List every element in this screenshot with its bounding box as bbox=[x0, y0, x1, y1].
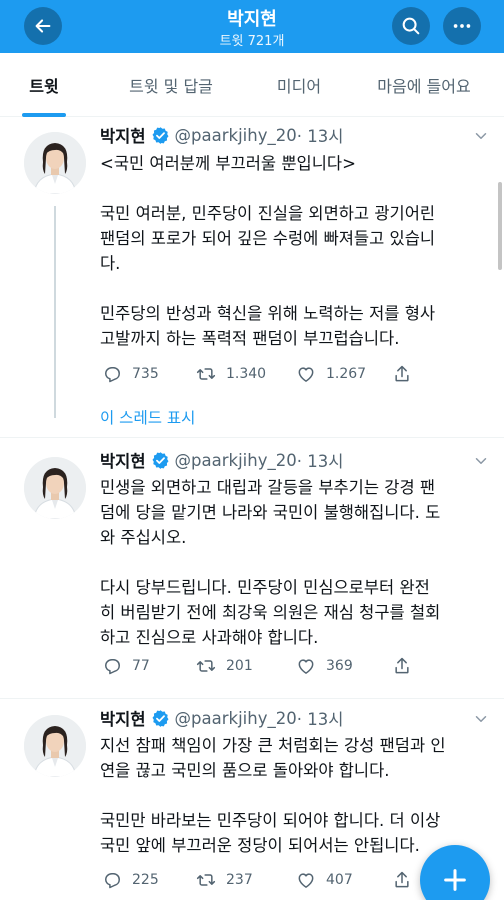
display-name[interactable]: 박지현 bbox=[100, 448, 146, 472]
tweet-actions: 77 201 369 bbox=[100, 656, 430, 682]
tweet-time[interactable]: · 13시 bbox=[297, 448, 344, 472]
share-button[interactable] bbox=[392, 656, 422, 676]
tab-tweets[interactable]: 트윗 bbox=[0, 53, 88, 117]
tweet-text-line: 다. bbox=[100, 254, 121, 273]
tweet-text-line: 고발까지 하는 폭력적 팬덤이 부끄럽습니다. bbox=[100, 329, 400, 348]
tweet-header: 박지현 @paarkjihy_20 · 13시 bbox=[100, 706, 343, 730]
tab-tweets-and-replies[interactable]: 트윗 및 답글 bbox=[88, 53, 254, 117]
reply-button[interactable]: 735 bbox=[102, 364, 159, 384]
reply-count: 225 bbox=[132, 872, 159, 888]
tab-label: 마음에 들어요 bbox=[377, 77, 471, 96]
tweet-time[interactable]: · 13시 bbox=[297, 123, 344, 147]
like-count: 1.267 bbox=[326, 366, 367, 382]
heart-icon bbox=[298, 873, 314, 888]
thread-line bbox=[54, 206, 56, 418]
like-button[interactable]: 407 bbox=[296, 870, 353, 890]
retweet-icon bbox=[196, 874, 216, 886]
retweet-button[interactable]: 237 bbox=[196, 870, 253, 890]
tweet-text-line: 와 주십시오. bbox=[100, 528, 187, 547]
tab-likes[interactable]: 마음에 들어요 bbox=[344, 53, 504, 117]
tweet-text: 지선 참패 책임이 가장 큰 처럼회는 강성 팬덤과 인연을 끊고 국민의 품으… bbox=[100, 733, 485, 858]
display-name[interactable]: 박지현 bbox=[100, 706, 146, 730]
retweet-button[interactable]: 201 bbox=[196, 656, 253, 676]
profile-tabs: 트윗 트윗 및 답글 미디어 마음에 들어요 bbox=[0, 53, 504, 117]
retweet-count: 237 bbox=[226, 872, 253, 888]
avatar[interactable] bbox=[24, 457, 86, 519]
chevron-down-icon[interactable] bbox=[472, 127, 490, 145]
like-button[interactable]: 369 bbox=[296, 656, 353, 676]
more-horizontal-icon bbox=[453, 24, 471, 28]
reply-icon bbox=[105, 659, 120, 675]
tab-label: 트윗 및 답글 bbox=[129, 77, 213, 96]
retweet-button[interactable]: 1.340 bbox=[196, 364, 266, 384]
share-icon bbox=[395, 871, 409, 888]
avatar[interactable] bbox=[24, 132, 86, 194]
active-tab-indicator bbox=[22, 113, 66, 117]
divider bbox=[0, 437, 504, 438]
chevron-down-icon[interactable] bbox=[472, 452, 490, 470]
tweet-text-line: 민주당의 반성과 혁신을 위해 노력하는 저를 형사 bbox=[100, 304, 436, 323]
tab-label: 트윗 bbox=[29, 77, 59, 96]
reply-icon bbox=[105, 873, 120, 889]
like-count: 369 bbox=[326, 658, 353, 674]
verified-badge-icon bbox=[151, 709, 170, 728]
tweet-text-line: 히 버림받기 전에 최강욱 의원은 재심 청구를 철회 bbox=[100, 603, 441, 622]
tweet-text-line: 국민 앞에 부끄러운 정당이 되어서는 안됩니다. bbox=[100, 836, 420, 855]
tweet-text-line: <국민 여러분께 부끄러울 뿐입니다> bbox=[100, 154, 356, 173]
heart-icon bbox=[298, 367, 314, 382]
like-button[interactable]: 1.267 bbox=[296, 364, 366, 384]
verified-badge-icon bbox=[151, 451, 170, 470]
tweet-text-line: 국민 여러분, 민주당이 진실을 외면하고 광기어린 bbox=[100, 204, 436, 223]
tweet[interactable]: 박지현 @paarkjihy_20 · 13시민생을 외면하고 대립과 갈등을 부추… bbox=[0, 440, 504, 690]
tweet-text-line: 국민만 바라보는 민주당이 되어야 합니다. 더 이상 bbox=[100, 811, 441, 830]
divider bbox=[0, 698, 504, 699]
tweet-text-line: 민생을 외면하고 대립과 갈등을 부추기는 강경 팬 bbox=[100, 478, 436, 497]
tweet-actions: 225 237 407 bbox=[100, 870, 430, 896]
share-button[interactable] bbox=[392, 870, 422, 890]
share-icon bbox=[395, 365, 409, 382]
avatar[interactable] bbox=[24, 715, 86, 777]
share-icon bbox=[395, 657, 409, 674]
more-button[interactable] bbox=[443, 7, 481, 45]
tweet-time[interactable]: · 13시 bbox=[297, 706, 344, 730]
top-bar: 박지현 트윗 721개 bbox=[0, 0, 504, 53]
reply-count: 735 bbox=[132, 366, 159, 382]
tweet-text: <국민 여러분께 부끄러울 뿐입니다> 국민 여러분, 민주당이 진실을 외면하고… bbox=[100, 151, 485, 351]
display-name[interactable]: 박지현 bbox=[100, 123, 146, 147]
retweet-count: 201 bbox=[226, 658, 253, 674]
retweet-icon bbox=[196, 368, 216, 380]
reply-button[interactable]: 225 bbox=[102, 870, 159, 890]
tweet-header: 박지현 @paarkjihy_20 · 13시 bbox=[100, 123, 343, 147]
tweet-actions: 735 1.340 1.267 bbox=[100, 364, 430, 390]
retweet-icon bbox=[196, 660, 216, 672]
share-button[interactable] bbox=[392, 364, 422, 384]
tab-media[interactable]: 미디어 bbox=[254, 53, 344, 117]
show-thread-link[interactable]: 이 스레드 표시 bbox=[100, 406, 195, 428]
retweet-count: 1.340 bbox=[226, 366, 267, 382]
tab-label: 미디어 bbox=[276, 77, 322, 96]
plus-icon bbox=[444, 869, 466, 891]
user-handle[interactable]: @paarkjihy_20 bbox=[175, 709, 297, 728]
tweet-text-line: 하고 진심으로 사과해야 합니다. bbox=[100, 628, 319, 647]
reply-button[interactable]: 77 bbox=[102, 656, 150, 676]
user-handle[interactable]: @paarkjihy_20 bbox=[175, 126, 297, 145]
search-button[interactable] bbox=[392, 7, 430, 45]
tweet[interactable]: 박지현 @paarkjihy_20 · 13시 <국민 여러분께 부끄러울 뿐입니다>… bbox=[0, 118, 504, 418]
search-icon bbox=[402, 17, 420, 35]
tweet-text-line: 연을 끊고 국민의 품으로 돌아와야 합니다. bbox=[100, 761, 390, 780]
tweet-text-line: 다시 당부드립니다. 민주당이 민심으로부터 완전 bbox=[100, 578, 430, 597]
verified-badge-icon bbox=[151, 126, 170, 145]
heart-icon bbox=[298, 659, 314, 674]
reply-count: 77 bbox=[132, 658, 150, 674]
like-count: 407 bbox=[326, 872, 353, 888]
tweet-text-line: 지선 참패 책임이 가장 큰 처럼회는 강성 팬덤과 인 bbox=[100, 736, 446, 755]
tweet-text-line: 팬덤의 포로가 되어 깊은 수렁에 빠져들고 있습니 bbox=[100, 229, 436, 248]
tweet-text-line: 덤에 당을 맡기면 나라와 국민이 불행해집니다. 도 bbox=[100, 503, 441, 522]
reply-icon bbox=[105, 367, 120, 383]
tweet-header: 박지현 @paarkjihy_20 · 13시 bbox=[100, 448, 343, 472]
user-handle[interactable]: @paarkjihy_20 bbox=[175, 451, 297, 470]
chevron-down-icon[interactable] bbox=[472, 710, 490, 728]
tweet-text: 민생을 외면하고 대립과 갈등을 부추기는 강경 팬덤에 당을 맡기면 나라와 … bbox=[100, 475, 485, 650]
